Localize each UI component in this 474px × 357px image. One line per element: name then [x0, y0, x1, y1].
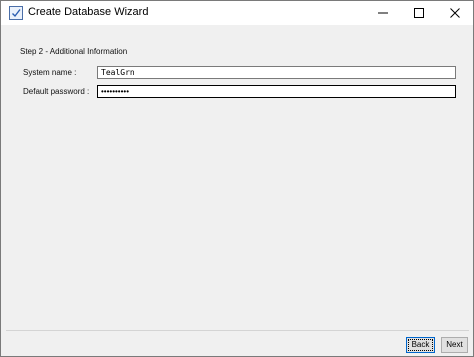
close-icon	[450, 8, 460, 18]
wizard-window: Create Database Wizard Step 2 - Addition…	[0, 0, 474, 357]
next-button[interactable]: Next	[441, 337, 468, 353]
minimize-button[interactable]	[365, 1, 401, 25]
back-button[interactable]: Back	[406, 337, 435, 353]
step-title: Step 2 - Additional Information	[20, 47, 128, 56]
footer-divider	[6, 330, 469, 331]
window-title: Create Database Wizard	[28, 6, 149, 18]
maximize-icon	[414, 8, 424, 18]
close-button[interactable]	[437, 1, 473, 25]
wizard-check-icon	[9, 6, 23, 20]
system-name-input[interactable]	[97, 66, 456, 79]
minimize-icon	[378, 12, 388, 14]
maximize-button[interactable]	[401, 1, 437, 25]
default-password-label: Default password :	[23, 87, 90, 96]
title-bar: Create Database Wizard	[1, 1, 473, 25]
system-name-label: System name :	[23, 68, 77, 77]
default-password-input[interactable]	[97, 85, 456, 98]
